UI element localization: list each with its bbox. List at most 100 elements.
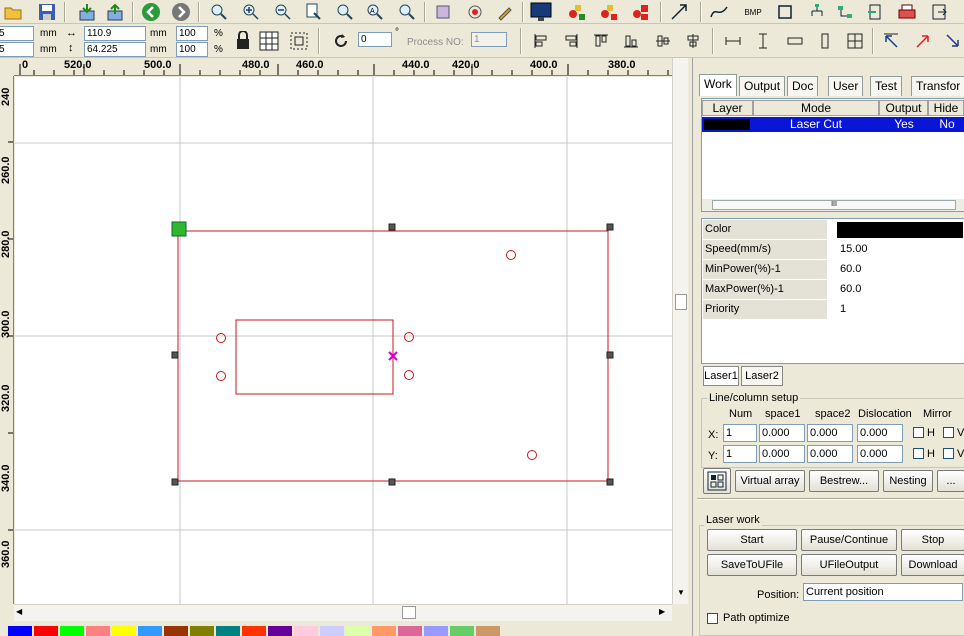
prop-color-value[interactable]	[837, 222, 963, 238]
tree-icon[interactable]	[806, 1, 828, 23]
monitor-icon[interactable]	[530, 1, 552, 23]
height-field[interactable]: 64.225	[84, 42, 146, 57]
tab-laser1[interactable]: Laser1	[703, 366, 739, 386]
door-icon[interactable]	[864, 1, 886, 23]
line-tool-icon[interactable]	[668, 1, 690, 23]
import-icon[interactable]	[76, 1, 98, 23]
bestrew-button[interactable]: Bestrew...	[809, 470, 879, 492]
color-swatch[interactable]	[242, 626, 266, 636]
printer-icon[interactable]	[896, 1, 918, 23]
color-swatch[interactable]	[8, 626, 32, 636]
path-optimize-checkbox[interactable]	[707, 613, 718, 624]
tab-test[interactable]: Test	[870, 76, 903, 96]
color-swatch[interactable]	[450, 626, 474, 636]
prop-speed-value[interactable]: 15.00	[837, 240, 963, 259]
scroll-right-icon[interactable]: ▶	[659, 607, 665, 616]
bmp-icon[interactable]: BMP	[742, 1, 764, 23]
color-swatch[interactable]	[34, 626, 58, 636]
scale-x-field[interactable]: 100	[176, 26, 208, 41]
forward-icon[interactable]	[170, 1, 192, 23]
prop-minpower-value[interactable]: 60.0	[837, 260, 963, 279]
y-dislocation-field[interactable]: 0.000	[857, 445, 903, 463]
center-page-icon[interactable]	[844, 30, 866, 52]
color-swatch[interactable]	[86, 626, 110, 636]
exit-icon[interactable]	[928, 1, 950, 23]
arrow-bottomright-icon[interactable]	[912, 30, 934, 52]
virtual-array-button[interactable]: Virtual array	[735, 470, 805, 492]
color-swatch[interactable]	[216, 626, 240, 636]
x-mirror-h-checkbox[interactable]	[913, 427, 924, 438]
zoom-select-icon[interactable]	[334, 1, 356, 23]
export-icon[interactable]	[104, 1, 126, 23]
more-button[interactable]: ...	[937, 470, 964, 492]
node-edit-icon[interactable]	[464, 1, 486, 23]
pos-y-field[interactable]: 5	[0, 42, 34, 57]
pen-tool-icon[interactable]	[494, 1, 516, 23]
horizontal-scrollbar[interactable]: ◀ ▶	[14, 604, 672, 621]
layer-table-scrollbar[interactable]: III	[702, 199, 964, 211]
scroll-left-icon[interactable]: ◀	[16, 607, 22, 616]
x-num-field[interactable]: 1	[723, 424, 757, 442]
same-size-icon[interactable]	[784, 30, 806, 52]
save-to-ufile-button[interactable]: SaveToUFile	[707, 554, 797, 576]
color-swatch[interactable]	[346, 626, 370, 636]
color-swatch[interactable]	[138, 626, 162, 636]
process-no-field[interactable]: 1	[471, 32, 507, 47]
color-swatch[interactable]	[60, 626, 84, 636]
position-select[interactable]: Current position	[803, 583, 963, 601]
zoom-all-icon[interactable]: A	[364, 1, 386, 23]
vertical-scrollbar[interactable]: ▼	[672, 58, 688, 604]
y-mirror-v-checkbox[interactable]	[943, 448, 954, 459]
stop-button[interactable]: Stop	[901, 529, 964, 551]
align-right-icon[interactable]	[560, 30, 582, 52]
hscroll-thumb[interactable]	[402, 606, 416, 619]
pos-x-field[interactable]: 5	[0, 26, 34, 41]
rotate-icon[interactable]	[330, 30, 352, 52]
x-mirror-v-checkbox[interactable]	[943, 427, 954, 438]
zoom-plus-icon[interactable]	[240, 1, 262, 23]
frame-select-icon[interactable]	[288, 30, 310, 52]
color-swatch[interactable]	[476, 626, 500, 636]
align-left-icon[interactable]	[530, 30, 552, 52]
zoom-fit-icon[interactable]	[396, 1, 418, 23]
x-space1-field[interactable]: 0.000	[759, 424, 805, 442]
ufile-output-button[interactable]: UFileOutput	[801, 554, 897, 576]
prop-priority-value[interactable]: 1	[837, 300, 963, 319]
color-swatch[interactable]	[424, 626, 448, 636]
arrow-topleft-icon[interactable]	[880, 30, 902, 52]
align-bottom-icon[interactable]	[620, 30, 642, 52]
color-swatch[interactable]	[190, 626, 214, 636]
color-swatch[interactable]	[294, 626, 318, 636]
align-vcenter-icon[interactable]	[682, 30, 704, 52]
zoom-out-icon[interactable]	[272, 1, 294, 23]
same-height-icon[interactable]	[752, 30, 774, 52]
laser-order-icon[interactable]	[630, 1, 652, 23]
tab-doc[interactable]: Doc	[787, 76, 819, 96]
download-button[interactable]: Download	[901, 554, 964, 576]
y-space2-field[interactable]: 0.000	[807, 445, 853, 463]
shape-icon[interactable]	[432, 1, 454, 23]
distribute-icon[interactable]	[814, 30, 836, 52]
tab-laser2[interactable]: Laser2	[741, 366, 783, 386]
lock-ratio-icon[interactable]	[232, 30, 254, 52]
arrow-corner-icon[interactable]	[942, 30, 964, 52]
color-swatch[interactable]	[320, 626, 344, 636]
zoom-in-icon[interactable]	[208, 1, 230, 23]
zoom-page-icon[interactable]	[302, 1, 324, 23]
array-preview-button[interactable]	[703, 468, 731, 494]
laser-settings-icon[interactable]	[566, 1, 588, 23]
save-icon[interactable]	[36, 1, 58, 23]
align-top-icon[interactable]	[590, 30, 612, 52]
start-button[interactable]: Start	[707, 529, 797, 551]
color-swatch[interactable]	[398, 626, 422, 636]
tab-work[interactable]: Work	[699, 74, 737, 96]
rotate-field[interactable]: 0	[358, 32, 392, 47]
prop-maxpower-value[interactable]: 60.0	[837, 280, 963, 299]
tab-transform[interactable]: Transfor	[911, 76, 964, 96]
laser-path-icon[interactable]	[598, 1, 620, 23]
scroll-down-icon[interactable]: ▼	[677, 588, 685, 597]
same-width-icon[interactable]	[722, 30, 744, 52]
nesting-button[interactable]: Nesting	[883, 470, 933, 492]
color-swatch[interactable]	[372, 626, 396, 636]
flow-icon[interactable]	[834, 1, 856, 23]
